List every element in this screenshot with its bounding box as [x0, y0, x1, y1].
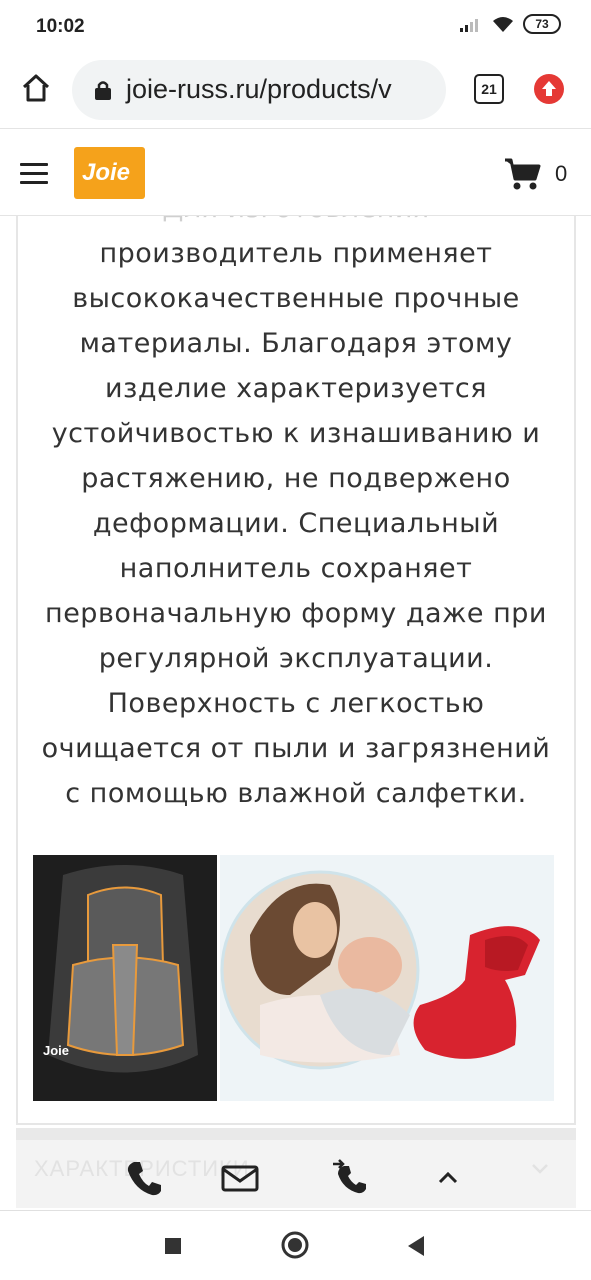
home-icon[interactable]: [20, 72, 52, 104]
product-images: Joie: [33, 855, 554, 1101]
site-header: Joie 0: [0, 128, 591, 216]
joie-logo[interactable]: Joie: [74, 147, 145, 199]
mail-icon[interactable]: [220, 1158, 260, 1198]
wifi-icon: [493, 17, 513, 32]
status-bar: 10:02 73: [0, 0, 591, 52]
seat-logo: Joie: [43, 1043, 69, 1058]
description-line: растяжению, не подвержено: [81, 463, 511, 494]
update-icon[interactable]: [534, 74, 564, 104]
lock-icon: [95, 81, 111, 100]
description-line: Поверхность с легкостью: [107, 688, 485, 719]
description-line: материалы. Благодаря этому: [79, 328, 513, 359]
description-line: наполнитель сохраняет: [119, 553, 473, 584]
tabs-button[interactable]: 21: [474, 74, 504, 104]
mother-baby-image: [220, 855, 554, 1101]
description-line: деформации. Специальный: [92, 508, 500, 539]
signal-icon: [460, 19, 478, 32]
tab-count: 21: [481, 81, 497, 97]
system-nav-bar: [0, 1210, 591, 1280]
phone-icon[interactable]: [124, 1158, 164, 1198]
logo-text: Joie: [82, 159, 131, 186]
contact-action-bar: [0, 1140, 591, 1210]
recents-icon[interactable]: [164, 1237, 182, 1255]
menu-icon[interactable]: [20, 163, 48, 185]
cart-icon[interactable]: [504, 157, 542, 191]
description-line: изделие характеризуется: [105, 373, 487, 404]
status-time: 10:02: [36, 16, 85, 37]
arrow-up-icon: [542, 81, 556, 96]
description-line: производитель применяет: [99, 238, 493, 269]
description-line: регулярной эксплуатации.: [98, 643, 494, 674]
car-seat-image: Joie: [33, 855, 217, 1101]
battery-level: 73: [535, 17, 549, 31]
address-bar[interactable]: joie-russ.ru/products/v: [72, 60, 446, 120]
description-line: очищается от пыли и загрязнений: [41, 733, 551, 764]
product-description: Для изготовления производитель применяет…: [36, 186, 556, 816]
description-line: с помощью влажной салфетки.: [65, 778, 527, 809]
chevron-up-icon[interactable]: [428, 1158, 468, 1198]
home-circle-icon[interactable]: [281, 1231, 309, 1259]
url-text: joie-russ.ru/products/v: [126, 74, 392, 104]
description-line: устойчивостью к изнашиванию и: [51, 418, 541, 449]
description-line: высококачественные прочные: [72, 283, 520, 314]
status-icons: 73: [459, 14, 561, 34]
cart-count: 0: [555, 161, 568, 186]
description-line: первоначальную форму даже при: [45, 598, 547, 629]
back-icon[interactable]: [406, 1235, 426, 1257]
callback-icon[interactable]: [330, 1158, 370, 1198]
battery-icon: 73: [523, 14, 561, 34]
browser-toolbar: joie-russ.ru/products/v 21: [0, 52, 591, 128]
